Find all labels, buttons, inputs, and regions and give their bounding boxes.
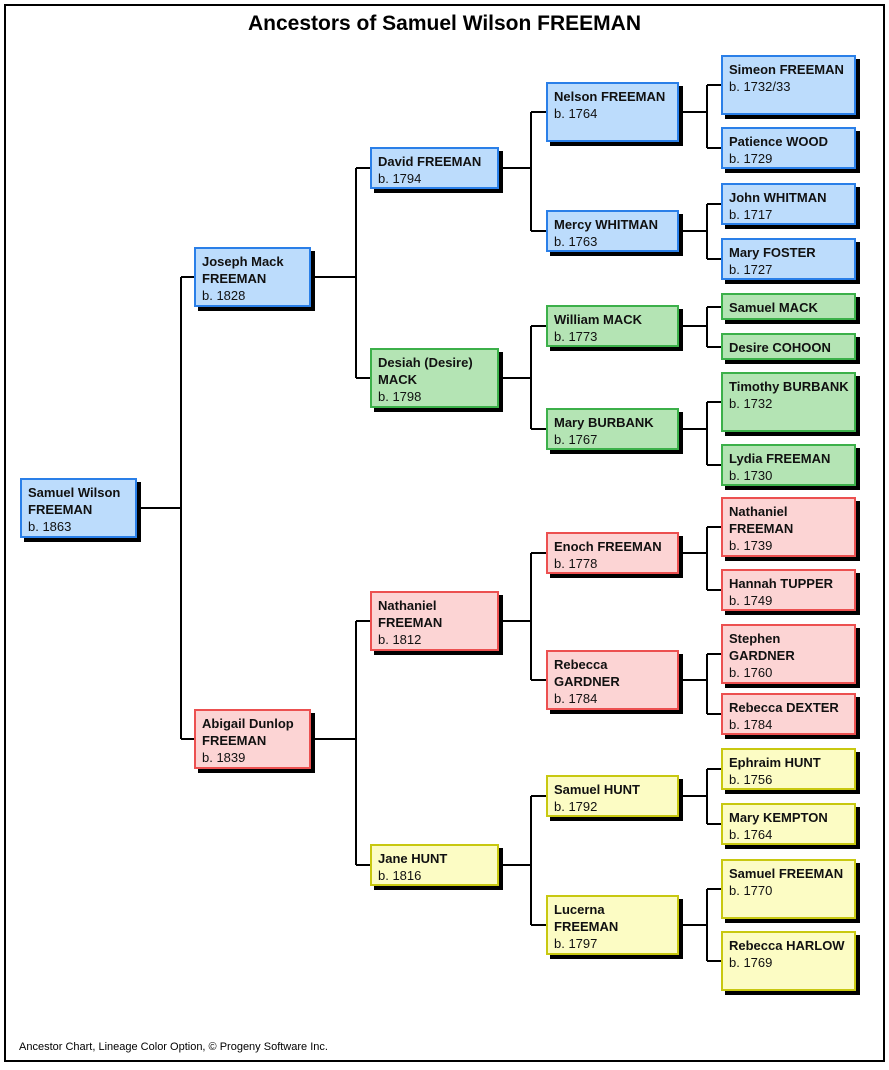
person-name: Lucerna FREEMAN bbox=[554, 902, 619, 934]
person-birth: b. 1769 bbox=[729, 955, 773, 970]
person-birth: b. 1732 bbox=[729, 396, 773, 411]
person-box-gen4[interactable]: Enoch FREEMAN b. 1778 bbox=[546, 532, 679, 574]
person-birth: b. 1773 bbox=[554, 329, 598, 344]
person-name: Nathaniel FREEMAN bbox=[729, 504, 794, 536]
person-birth: b. 1798 bbox=[378, 389, 422, 404]
person-name: John WHITMAN bbox=[729, 190, 827, 205]
person-name: Joseph Mack FREEMAN bbox=[202, 254, 284, 286]
person-box-gen5[interactable]: Patience WOOD b. 1729 bbox=[721, 127, 856, 169]
person-birth: b. 1770 bbox=[729, 883, 773, 898]
person-box-gen5[interactable]: Hannah TUPPER b. 1749 bbox=[721, 569, 856, 611]
person-name: Rebecca GARDNER bbox=[554, 657, 620, 689]
person-name: Samuel MACK bbox=[729, 300, 818, 315]
person-name: Rebecca HARLOW bbox=[729, 938, 845, 953]
person-birth: b. 1729 bbox=[729, 151, 773, 166]
person-box-mother[interactable]: Abigail Dunlop FREEMAN b. 1839 bbox=[194, 709, 311, 769]
person-name: Samuel Wilson FREEMAN bbox=[28, 485, 121, 517]
person-box-gen4[interactable]: Nelson FREEMAN b. 1764 bbox=[546, 82, 679, 142]
person-birth: b. 1839 bbox=[202, 750, 246, 765]
person-name: Mercy WHITMAN bbox=[554, 217, 659, 232]
person-box-gen5[interactable]: Samuel FREEMAN b. 1770 bbox=[721, 859, 856, 919]
person-box-gen4[interactable]: Lucerna FREEMAN b. 1797 bbox=[546, 895, 679, 955]
person-box-gen4[interactable]: Mercy WHITMAN b. 1763 bbox=[546, 210, 679, 252]
person-birth: b. 1792 bbox=[554, 799, 598, 814]
person-box-gen5[interactable]: Lydia FREEMAN b. 1730 bbox=[721, 444, 856, 486]
person-box-father[interactable]: Joseph Mack FREEMAN b. 1828 bbox=[194, 247, 311, 307]
person-box-gen4[interactable]: Rebecca GARDNER b. 1784 bbox=[546, 650, 679, 710]
person-box-paternal-grandmother[interactable]: Desiah (Desire) MACK b. 1798 bbox=[370, 348, 499, 408]
person-box-gen5[interactable]: Nathaniel FREEMAN b. 1739 bbox=[721, 497, 856, 557]
person-name: Rebecca DEXTER bbox=[729, 700, 839, 715]
person-box-gen5[interactable]: Desire COHOON bbox=[721, 333, 856, 360]
person-box-paternal-grandfather[interactable]: David FREEMAN b. 1794 bbox=[370, 147, 499, 189]
chart-footer: Ancestor Chart, Lineage Color Option, © … bbox=[19, 1041, 328, 1053]
person-birth: b. 1784 bbox=[729, 717, 773, 732]
person-birth: b. 1816 bbox=[378, 868, 422, 883]
person-box-gen5[interactable]: Rebecca HARLOW b. 1769 bbox=[721, 931, 856, 991]
person-name: Timothy BURBANK bbox=[729, 379, 849, 394]
person-box-gen5[interactable]: Stephen GARDNER b. 1760 bbox=[721, 624, 856, 684]
person-name: David FREEMAN bbox=[378, 154, 482, 169]
person-box-gen5[interactable]: Samuel MACK bbox=[721, 293, 856, 320]
person-name: Desire COHOON bbox=[729, 340, 831, 355]
person-name: Mary FOSTER bbox=[729, 245, 816, 260]
person-birth: b. 1764 bbox=[729, 827, 773, 842]
person-birth: b. 1732/33 bbox=[729, 79, 791, 94]
person-box-gen5[interactable]: Rebecca DEXTER b. 1784 bbox=[721, 693, 856, 735]
person-birth: b. 1749 bbox=[729, 593, 773, 608]
person-name: William MACK bbox=[554, 312, 642, 327]
person-box-gen4[interactable]: Samuel HUNT b. 1792 bbox=[546, 775, 679, 817]
person-name: Nelson FREEMAN bbox=[554, 89, 666, 104]
person-birth: b. 1812 bbox=[378, 632, 422, 647]
person-name: Hannah TUPPER bbox=[729, 576, 834, 591]
person-box-gen4[interactable]: William MACK b. 1773 bbox=[546, 305, 679, 347]
person-name: Enoch FREEMAN bbox=[554, 539, 662, 554]
person-box-maternal-grandmother[interactable]: Jane HUNT b. 1816 bbox=[370, 844, 499, 886]
person-birth: b. 1763 bbox=[554, 234, 598, 249]
person-box-gen5[interactable]: Simeon FREEMAN b. 1732/33 bbox=[721, 55, 856, 115]
person-box-gen4[interactable]: Mary BURBANK b. 1767 bbox=[546, 408, 679, 450]
person-birth: b. 1828 bbox=[202, 288, 246, 303]
person-name: Abigail Dunlop FREEMAN bbox=[202, 716, 294, 748]
person-box-root[interactable]: Samuel Wilson FREEMAN b. 1863 bbox=[20, 478, 137, 538]
person-birth: b. 1863 bbox=[28, 519, 72, 534]
person-box-gen5[interactable]: Ephraim HUNT b. 1756 bbox=[721, 748, 856, 790]
person-birth: b. 1756 bbox=[729, 772, 773, 787]
person-name: Jane HUNT bbox=[378, 851, 448, 866]
person-name: Stephen GARDNER bbox=[729, 631, 795, 663]
person-box-gen5[interactable]: Mary KEMPTON b. 1764 bbox=[721, 803, 856, 845]
person-birth: b. 1794 bbox=[378, 171, 422, 186]
person-birth: b. 1760 bbox=[729, 665, 773, 680]
person-box-gen5[interactable]: Mary FOSTER b. 1727 bbox=[721, 238, 856, 280]
person-birth: b. 1784 bbox=[554, 691, 598, 706]
person-birth: b. 1739 bbox=[729, 538, 773, 553]
person-birth: b. 1767 bbox=[554, 432, 598, 447]
person-birth: b. 1797 bbox=[554, 936, 598, 951]
person-box-gen5[interactable]: Timothy BURBANK b. 1732 bbox=[721, 372, 856, 432]
person-name: Nathaniel FREEMAN bbox=[378, 598, 443, 630]
person-birth: b. 1730 bbox=[729, 468, 773, 483]
person-name: Mary BURBANK bbox=[554, 415, 654, 430]
person-box-gen5[interactable]: John WHITMAN b. 1717 bbox=[721, 183, 856, 225]
person-box-maternal-grandfather[interactable]: Nathaniel FREEMAN b. 1812 bbox=[370, 591, 499, 651]
person-name: Mary KEMPTON bbox=[729, 810, 828, 825]
person-name: Ephraim HUNT bbox=[729, 755, 821, 770]
person-birth: b. 1717 bbox=[729, 207, 773, 222]
person-birth: b. 1727 bbox=[729, 262, 773, 277]
person-name: Lydia FREEMAN bbox=[729, 451, 831, 466]
person-name: Samuel FREEMAN bbox=[729, 866, 844, 881]
person-name: Desiah (Desire) MACK bbox=[378, 355, 473, 387]
person-name: Samuel HUNT bbox=[554, 782, 640, 797]
person-name: Patience WOOD bbox=[729, 134, 828, 149]
person-name: Simeon FREEMAN bbox=[729, 62, 844, 77]
person-birth: b. 1778 bbox=[554, 556, 598, 571]
person-birth: b. 1764 bbox=[554, 106, 598, 121]
